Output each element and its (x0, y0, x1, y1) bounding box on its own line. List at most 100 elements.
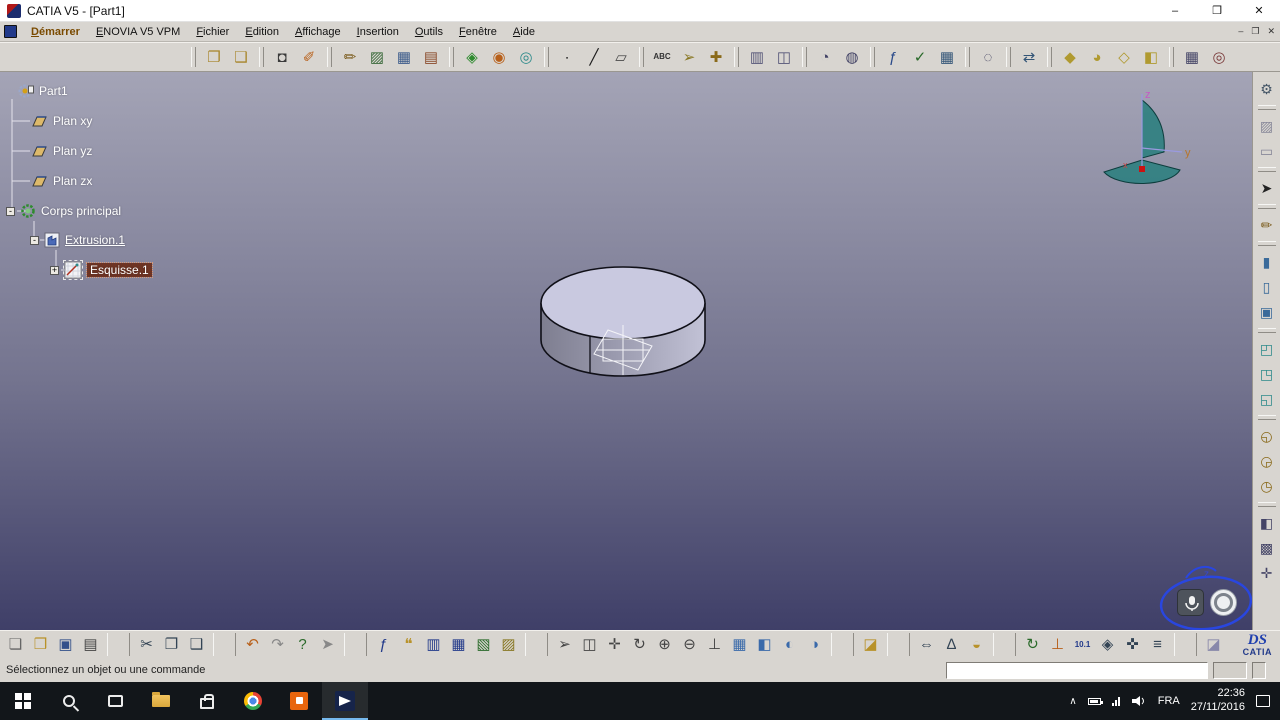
mean-dimension-icon[interactable]: 10.1 (1071, 633, 1094, 656)
tree-item-corps-principal[interactable]: - Corps principal (6, 201, 121, 221)
pattern-icon[interactable]: ▩ (1256, 537, 1278, 559)
toolbar-handle[interactable] (831, 633, 854, 656)
toolbar-handle[interactable] (734, 47, 739, 67)
generative-shape-icon[interactable]: ◎ (514, 45, 538, 69)
toolbar-handle[interactable] (1257, 502, 1276, 507)
undo-icon[interactable]: ↶ (241, 633, 264, 656)
check-icon[interactable]: ✓ (908, 45, 932, 69)
thickness-icon[interactable]: ◳ (1256, 363, 1278, 385)
tree-item-plan-xy[interactable]: Plan xy (30, 111, 92, 131)
start-button[interactable] (0, 682, 46, 720)
part-design-icon[interactable]: ◈ (460, 45, 484, 69)
redo-icon[interactable]: ↷ (266, 633, 289, 656)
tree-expander[interactable]: + (50, 265, 59, 275)
file-explorer-button[interactable] (138, 682, 184, 720)
toolbar-handle[interactable] (993, 633, 1016, 656)
new-document-icon[interactable]: ❏ (4, 633, 27, 656)
wireframe-view-icon[interactable]: ◇ (1112, 45, 1136, 69)
tree-item-extrusion-1[interactable]: - Extrusion.1 (30, 230, 125, 250)
mirror-icon[interactable]: ◧ (1256, 512, 1278, 534)
hidden-icons-chevron[interactable]: ∧ (1069, 696, 1076, 707)
toolbar-handle[interactable] (1257, 328, 1276, 333)
rule-icon[interactable]: ▥ (422, 633, 445, 656)
point-icon[interactable]: ∙ (555, 45, 579, 69)
compass[interactable]: z y x (1103, 89, 1191, 184)
sectioning-icon[interactable]: ◫ (772, 45, 796, 69)
shell-icon[interactable]: ◰ (1256, 338, 1278, 360)
render-icon[interactable]: ▦ (392, 45, 416, 69)
toolbar-handle[interactable] (1257, 105, 1276, 110)
fillet-icon[interactable]: ◵ (1256, 425, 1278, 447)
axis-system-icon[interactable]: ⊥ (1046, 633, 1069, 656)
viewport-3d[interactable]: z y x z Part1 Plan xy Plan yz Plan zx - … (0, 72, 1252, 630)
photo-studio-icon[interactable]: ▨ (365, 45, 389, 69)
exchange-icon[interactable]: ⇄ (1017, 45, 1041, 69)
toolbar-handle[interactable] (327, 47, 332, 67)
stiffener-icon[interactable]: ◱ (1256, 388, 1278, 410)
paste-icon[interactable]: ❑ (185, 633, 208, 656)
mdi-minimize-button[interactable]: – (1238, 27, 1243, 36)
grid-icon[interactable]: ▦ (1180, 45, 1204, 69)
taskbar-clock[interactable]: 22:36 27/11/2016 (1191, 687, 1245, 715)
menu-aide[interactable]: Aide (505, 24, 543, 40)
mdi-close-button[interactable]: ✕ (1267, 27, 1275, 36)
toolbar-handle[interactable] (449, 47, 454, 67)
material-icon[interactable]: ▤ (419, 45, 443, 69)
orange-app-button[interactable] (276, 682, 322, 720)
paint-icon[interactable]: ✐ (297, 45, 321, 69)
minimize-button[interactable]: – (1154, 0, 1196, 21)
shading-icon[interactable]: ◕ (1085, 45, 1109, 69)
line-icon[interactable]: ╱ (582, 45, 606, 69)
shaft-icon[interactable]: ▣ (1256, 301, 1278, 323)
rotate-icon[interactable]: ↻ (628, 633, 651, 656)
reactions-icon[interactable]: ▧ (472, 633, 495, 656)
pan-icon[interactable]: ✛ (603, 633, 626, 656)
pad-icon[interactable]: ▮ (1256, 251, 1278, 273)
fit-all-icon[interactable]: ◫ (578, 633, 601, 656)
whats-this-icon[interactable]: ➤ (316, 633, 339, 656)
print-icon[interactable]: ▤ (79, 633, 102, 656)
tree-item-part1[interactable]: Part1 (18, 81, 68, 101)
render-style-icon[interactable]: ▨ (1256, 115, 1278, 137)
toolbar-handle[interactable] (639, 47, 644, 67)
toolbar-handle[interactable] (213, 633, 236, 656)
table-icon[interactable]: ▦ (447, 633, 470, 656)
comment-icon[interactable]: ❝ (397, 633, 420, 656)
ruler-icon[interactable]: ▭ (1256, 140, 1278, 162)
zoom-out-icon[interactable]: ⊖ (678, 633, 701, 656)
toolbar-handle[interactable] (259, 47, 264, 67)
tree-item-plan-zx[interactable]: Plan zx (30, 171, 92, 191)
eraser-icon[interactable]: ◪ (1202, 633, 1225, 656)
store-button[interactable] (184, 682, 230, 720)
toolbar-handle[interactable] (887, 633, 910, 656)
toolbar-handle[interactable] (525, 633, 548, 656)
design-table-icon[interactable]: ▦ (935, 45, 959, 69)
toolbar-handle[interactable] (1257, 415, 1276, 420)
pocket-icon[interactable]: ▯ (1256, 276, 1278, 298)
constraints-icon[interactable]: ◔ (813, 45, 837, 69)
tree-item-esquisse-1[interactable]: + Esquisse.1 (50, 260, 153, 280)
menu-fichier[interactable]: Fichier (188, 24, 237, 40)
clash-icon[interactable]: ▥ (745, 45, 769, 69)
select-arrow-icon[interactable]: ➤ (1256, 177, 1278, 199)
sketch-tracer-icon[interactable]: ✏ (338, 45, 362, 69)
toolbar-handle[interactable] (191, 47, 196, 67)
save-icon[interactable]: ▣ (54, 633, 77, 656)
toolbar-handle[interactable] (544, 47, 549, 67)
measure-between-icon[interactable]: ⇔ (915, 633, 938, 656)
measure-icon[interactable]: ✛ (1256, 562, 1278, 584)
toolbar-handle[interactable] (802, 47, 807, 67)
plane-tool-icon[interactable]: ▱ (609, 45, 633, 69)
menu-fenetre[interactable]: Fenêtre (451, 24, 505, 40)
swap-space-icon[interactable]: ◑ (803, 633, 826, 656)
tree-item-plan-yz[interactable]: Plan yz (30, 141, 92, 161)
mdi-restore-button[interactable]: ❐ (1251, 27, 1259, 36)
text-annotation-icon[interactable]: ABC (650, 45, 674, 69)
formula-knowledge-icon[interactable]: ƒ (881, 45, 905, 69)
assembly-icon[interactable]: ◉ (487, 45, 511, 69)
iso-view-icon[interactable]: ◆ (1058, 45, 1082, 69)
catalog-icon[interactable]: ◪ (859, 633, 882, 656)
battery-icon[interactable] (1087, 697, 1103, 705)
tree-expander[interactable]: - (6, 206, 15, 216)
paste-view-icon[interactable]: ❑ (229, 45, 253, 69)
